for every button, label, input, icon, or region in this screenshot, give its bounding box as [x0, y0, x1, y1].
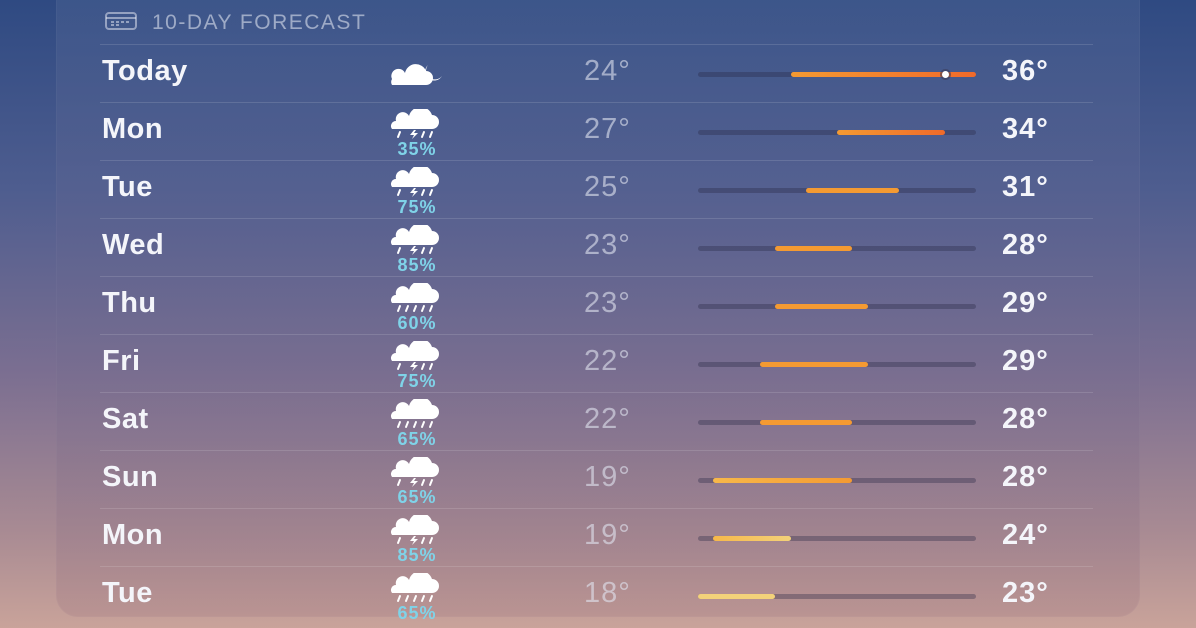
cloud-bolt-rain-icon: 85%: [372, 223, 452, 275]
precip-chance: 75%: [397, 197, 437, 217]
temp-range-bar: [698, 188, 976, 193]
day-label: Fri: [102, 345, 141, 377]
forecast-row[interactable]: Tue 65% 18° 23°: [100, 566, 1093, 624]
low-temp: 25°: [584, 171, 631, 203]
day-label: Thu: [102, 287, 157, 319]
temp-range-bar: [698, 362, 976, 367]
forecast-title: 10-DAY FORECAST: [152, 11, 367, 34]
temp-range-fill: [775, 246, 853, 251]
temp-range-fill: [713, 478, 853, 483]
day-label: Today: [102, 55, 188, 87]
precip-chance: 65%: [397, 429, 437, 449]
temp-range-fill: [775, 304, 868, 309]
calendar-icon: [104, 11, 138, 36]
cloud-rain-icon: 65%: [372, 397, 452, 449]
low-temp: 23°: [584, 229, 631, 261]
forecast-header: 10-DAY FORECAST: [104, 8, 366, 38]
high-temp: 29°: [1002, 345, 1049, 377]
temp-range-bar: [698, 420, 976, 425]
day-label: Sat: [102, 403, 149, 435]
cloud-bolt-rain-icon: 65%: [372, 455, 452, 507]
high-temp: 28°: [1002, 403, 1049, 435]
precip-chance: 60%: [397, 313, 437, 333]
high-temp: 23°: [1002, 577, 1049, 609]
temp-range-fill: [759, 362, 868, 367]
day-label: Tue: [102, 577, 153, 609]
high-temp: 28°: [1002, 229, 1049, 261]
forecast-row[interactable]: Mon 35% 27° 34°: [100, 102, 1093, 160]
precip-chance: 35%: [397, 139, 437, 159]
low-temp: 23°: [584, 287, 631, 319]
temp-range-bar: [698, 71, 976, 78]
low-temp: 24°: [584, 55, 631, 87]
temp-range-fill: [713, 536, 791, 541]
precip-chance: 85%: [397, 255, 437, 275]
forecast-row[interactable]: Thu 60% 23° 29°: [100, 276, 1093, 334]
day-label: Sun: [102, 461, 159, 493]
high-temp: 29°: [1002, 287, 1049, 319]
temp-range-fill: [806, 188, 899, 193]
forecast-list: Today 24° 36° Mon 35% 27° 34° Tue 75% 25° 31° Wed 85…: [100, 44, 1093, 624]
low-temp: 22°: [584, 403, 631, 435]
temp-range-bar: [698, 130, 976, 135]
forecast-row[interactable]: Fri 75% 22° 29°: [100, 334, 1093, 392]
high-temp: 24°: [1002, 519, 1049, 551]
high-temp: 36°: [1002, 55, 1049, 87]
cloud-rain-icon: 65%: [372, 571, 452, 623]
high-temp: 28°: [1002, 461, 1049, 493]
temp-range-fill: [837, 130, 946, 135]
precip-chance: 75%: [397, 371, 437, 391]
cloud-bolt-rain-icon: 35%: [372, 107, 452, 159]
precip-chance: 85%: [397, 545, 437, 565]
temp-range-bar: [698, 594, 976, 599]
temp-range-bar: [698, 536, 976, 541]
temp-range-fill: [759, 420, 853, 425]
forecast-row[interactable]: Tue 75% 25° 31°: [100, 160, 1093, 218]
day-label: Wed: [102, 229, 165, 261]
cloud-bolt-rain-icon: 75%: [372, 165, 452, 217]
day-label: Mon: [102, 113, 164, 145]
forecast-row[interactable]: Mon 85% 19° 24°: [100, 508, 1093, 566]
low-temp: 22°: [584, 345, 631, 377]
cloud-bolt-rain-icon: 85%: [372, 513, 452, 565]
temp-range-bar: [698, 304, 976, 309]
cloud-moon-icon: [372, 49, 452, 99]
precip-chance: 65%: [397, 603, 437, 623]
day-label: Mon: [102, 519, 164, 551]
forecast-row[interactable]: Sun 65% 19° 28°: [100, 450, 1093, 508]
high-temp: 31°: [1002, 171, 1049, 203]
cloud-bolt-rain-icon: 75%: [372, 339, 452, 391]
temp-range-fill: [698, 594, 776, 599]
cloud-rain-icon: 60%: [372, 281, 452, 333]
temp-range-bar: [698, 246, 976, 251]
low-temp: 19°: [584, 519, 631, 551]
precip-chance: 65%: [397, 487, 437, 507]
temp-range-bar: [698, 478, 976, 483]
high-temp: 34°: [1002, 113, 1049, 145]
forecast-row[interactable]: Today 24° 36°: [100, 44, 1093, 102]
low-temp: 19°: [584, 461, 631, 493]
low-temp: 18°: [584, 577, 631, 609]
forecast-row[interactable]: Wed 85% 23° 28°: [100, 218, 1093, 276]
day-label: Tue: [102, 171, 153, 203]
low-temp: 27°: [584, 113, 631, 145]
forecast-row[interactable]: Sat 65% 22° 28°: [100, 392, 1093, 450]
current-temp-marker: [941, 71, 949, 78]
